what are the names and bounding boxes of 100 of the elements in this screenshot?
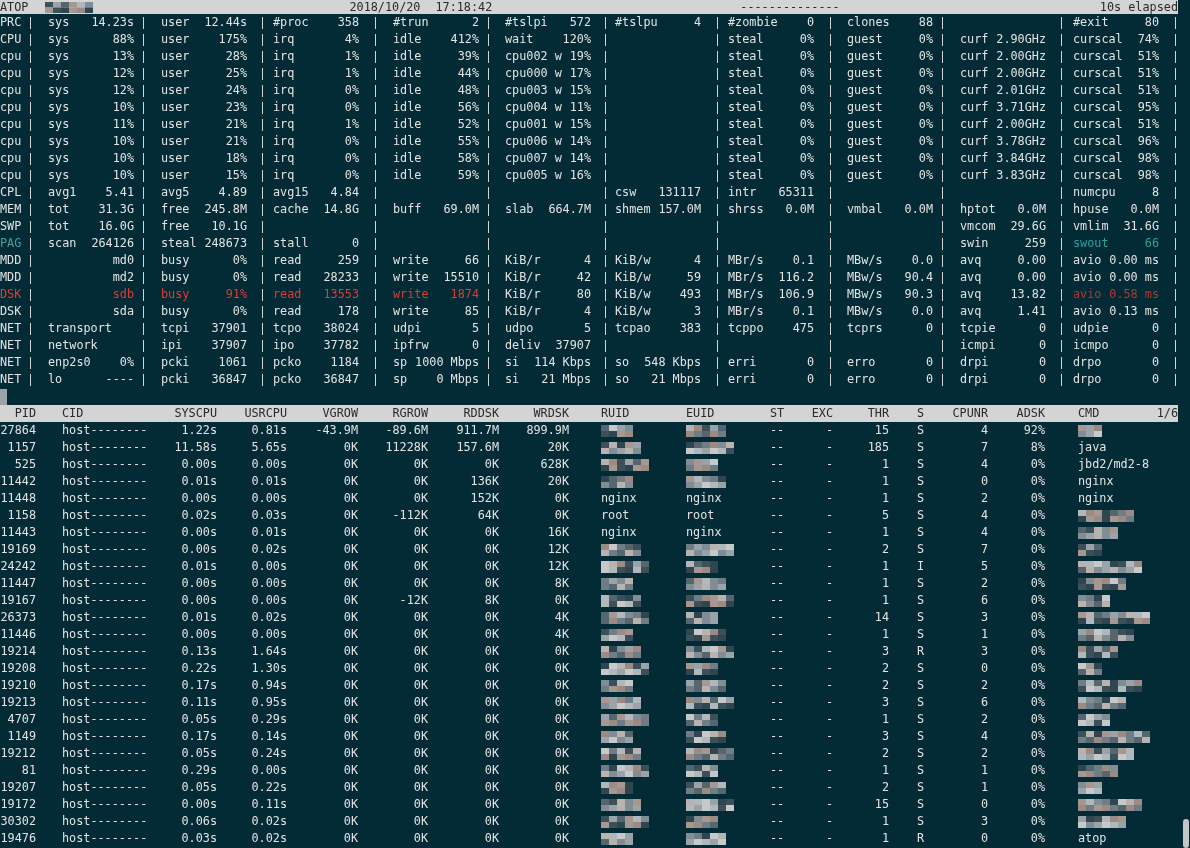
metric-value: 24% <box>225 82 247 99</box>
table-cell: - <box>825 575 833 592</box>
metric-value: 114 Kbps <box>534 354 591 371</box>
table-cell: 0K <box>484 813 499 830</box>
metric-label: guest <box>847 82 883 99</box>
metric-label: write <box>393 252 429 269</box>
table-cell: 0K <box>484 558 499 575</box>
table-cell: 0K <box>554 694 569 711</box>
metric-value: 13.82 <box>1010 286 1046 303</box>
metric-label: sys <box>48 14 70 31</box>
metric-label: vmbal <box>847 201 883 218</box>
metric-value: 358 <box>337 14 359 31</box>
table-cell: 0.11s <box>251 796 287 813</box>
table-cell: 0K <box>343 728 358 745</box>
metric-label: irq <box>273 167 295 184</box>
metric-value: 56% <box>457 99 479 116</box>
metric-value: 36847 <box>323 371 359 388</box>
table-cell: - <box>825 558 833 575</box>
table-cell: 0.00s <box>251 558 287 575</box>
metric-value: 0 <box>925 354 933 371</box>
table-cell: - <box>825 762 833 779</box>
table-cell: 0.00s <box>251 490 287 507</box>
table-cell: S <box>917 541 925 558</box>
metric-label: user <box>161 133 190 150</box>
table-cell: 24242 <box>0 558 36 575</box>
table-cell: 1 <box>881 473 889 490</box>
metric-label: enp2s0 <box>48 354 91 371</box>
table-cell: -- <box>770 626 785 643</box>
table-cell: 0.29s <box>181 762 217 779</box>
table-cell: - <box>825 473 833 490</box>
metric-value: 0% <box>799 65 814 82</box>
metric-label: steal <box>728 65 764 82</box>
metric-label: tcpo <box>273 320 302 337</box>
table-cell: host-------- <box>62 660 148 677</box>
scrollbar-thumb[interactable] <box>1183 819 1189 848</box>
metric-label: vmlim <box>1073 218 1109 235</box>
metric-value: 37907 <box>211 337 247 354</box>
metric-value: 0% <box>344 82 359 99</box>
metric-value: 3.84GHz <box>996 150 1046 167</box>
metric-label: steal <box>728 82 764 99</box>
table-cell: host-------- <box>62 762 148 779</box>
metric-label: so <box>615 354 630 371</box>
table-cell: 26373 <box>0 609 36 626</box>
metric-label: curscal <box>1073 31 1123 48</box>
table-cell: 0.02s <box>251 830 287 847</box>
table-cell: S <box>917 422 925 439</box>
table-cell: 0K <box>343 813 358 830</box>
metric-label: user <box>161 82 190 99</box>
table-cell: 0K <box>413 677 428 694</box>
table-cell: host-------- <box>62 592 148 609</box>
metric-value: 2.01GHz <box>996 82 1046 99</box>
metric-value: 0.13 ms <box>1109 303 1159 320</box>
table-cell: 0K <box>484 711 499 728</box>
table-cell: 11.58s <box>174 439 217 456</box>
row-label: DSK <box>0 286 22 303</box>
metric-value: 0 <box>471 337 479 354</box>
table-cell: - <box>825 694 833 711</box>
metric-value: 0 <box>1038 320 1046 337</box>
metric-label: erro <box>847 354 876 371</box>
metric-value: 0 <box>1151 371 1159 388</box>
metric-label: MBw/s <box>847 269 883 286</box>
metric-value: 0% <box>799 31 814 48</box>
table-cell: 0K <box>554 779 569 796</box>
metric-value: 4% <box>344 31 359 48</box>
table-cell: 0.00s <box>181 626 217 643</box>
metric-label: shmem <box>615 201 651 218</box>
table-cell: 0K <box>484 609 499 626</box>
table-cell: 0.81s <box>251 422 287 439</box>
table-cell: 1158 <box>7 507 36 524</box>
metric-value: md0 <box>112 252 134 269</box>
metric-label: write <box>393 286 429 303</box>
table-cell: 0K <box>343 456 358 473</box>
column-header: ADSK <box>1016 405 1045 422</box>
table-cell: 0.13s <box>181 643 217 660</box>
metric-value: 18% <box>225 150 247 167</box>
table-cell: 0K <box>413 830 428 847</box>
metric-value: 175% <box>218 31 247 48</box>
metric-value: 3.71GHz <box>996 99 1046 116</box>
metric-value: 0% <box>918 133 933 150</box>
table-cell: - <box>825 609 833 626</box>
metric-value: 15510 <box>443 269 479 286</box>
table-cell: 0.00s <box>181 592 217 609</box>
table-cell: 0.00s <box>181 796 217 813</box>
table-cell: S <box>917 473 925 490</box>
metric-label: sys <box>48 82 70 99</box>
column-header: ST <box>770 405 785 422</box>
metric-label: pcko <box>273 371 302 388</box>
table-cell: 0K <box>413 558 428 575</box>
metric-label: KiB/r <box>505 286 541 303</box>
metric-value: 51% <box>1137 65 1159 82</box>
metric-value: 0.0M <box>785 201 814 218</box>
table-cell: -- <box>770 592 785 609</box>
metric-label: pcki <box>161 354 190 371</box>
table-cell: 2 <box>980 745 988 762</box>
table-cell: S <box>917 796 925 813</box>
metric-value: 25% <box>225 65 247 82</box>
table-cell: S <box>917 762 925 779</box>
table-cell: host-------- <box>62 830 148 847</box>
metric-label: tcppo <box>728 320 764 337</box>
metric-value: 90.4 <box>904 269 933 286</box>
